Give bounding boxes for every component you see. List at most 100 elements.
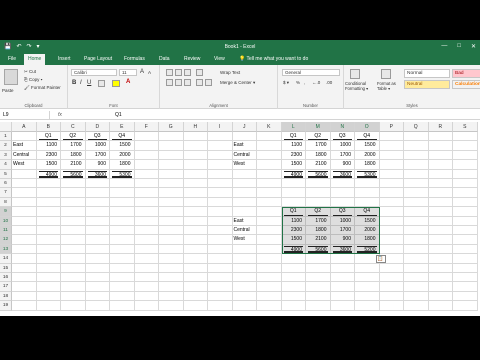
underline-button[interactable]: U — [87, 80, 91, 86]
row-header-19[interactable]: 19 — [0, 301, 12, 311]
row-header-9[interactable]: 9 — [0, 207, 12, 217]
table3-header-q2[interactable]: Q2 — [308, 208, 328, 216]
style-neutral[interactable]: Neutral — [404, 80, 450, 89]
table1-cell[interactable]: 1800 — [112, 161, 132, 168]
row-header-10[interactable]: 10 — [0, 216, 12, 226]
font-size-dropdown[interactable]: 11 — [119, 69, 137, 76]
number-format-dropdown[interactable]: General — [282, 69, 340, 76]
table3-cell[interactable]: 900 — [333, 236, 353, 243]
format-painter-button[interactable]: 🖌 Format Painter — [24, 85, 61, 91]
maximize-button[interactable]: □ — [457, 43, 461, 50]
table2-header-q3[interactable]: Q3 — [332, 133, 352, 141]
conditional-formatting-icon[interactable] — [350, 69, 360, 79]
font-name-dropdown[interactable]: Calibri — [71, 69, 117, 76]
column-header-n[interactable]: N — [330, 122, 355, 132]
column-header-a[interactable]: A — [12, 122, 37, 132]
table2-label-west[interactable]: West — [234, 161, 245, 168]
align-top-icon[interactable] — [166, 69, 173, 76]
table3-cell[interactable]: 1800 — [357, 236, 377, 243]
table3-label-east[interactable]: East — [234, 218, 244, 225]
close-button[interactable]: ✕ — [471, 43, 476, 50]
column-header-e[interactable]: E — [110, 122, 135, 132]
row-header-6[interactable]: 6 — [0, 179, 12, 189]
tab-page-layout[interactable]: Page Layout — [80, 54, 116, 65]
table3-cell[interactable]: 1500 — [357, 218, 377, 225]
table1-header-q4[interactable]: Q4 — [112, 133, 132, 141]
row-header-11[interactable]: 11 — [0, 226, 12, 236]
table1-header-q1[interactable]: Q1 — [38, 133, 58, 141]
column-header-l[interactable]: L — [281, 122, 306, 132]
table3-cell[interactable]: 1700 — [333, 227, 353, 234]
paste-options-icon[interactable]: 📋 — [375, 255, 386, 264]
formula-input[interactable]: Q1 — [115, 111, 122, 119]
table2-cell[interactable]: 2100 — [308, 161, 328, 168]
table3-cell[interactable]: 1500 — [284, 236, 304, 243]
tab-view[interactable]: View — [210, 54, 229, 65]
table3-cell[interactable]: 3600 — [332, 245, 352, 254]
table2-header-q4[interactable]: Q4 — [357, 133, 377, 141]
table2-header-q2[interactable]: Q2 — [308, 133, 328, 141]
table3-cell[interactable]: 2100 — [308, 236, 328, 243]
table2-cell[interactable]: 1700 — [333, 152, 353, 159]
table2-cell[interactable]: 1500 — [284, 161, 304, 168]
italic-button[interactable]: I — [80, 80, 82, 86]
table1-cell[interactable]: 2000 — [112, 152, 132, 159]
format-as-table-button[interactable]: Format as Table ▾ — [377, 81, 401, 91]
table1-cell[interactable]: 1800 — [63, 152, 83, 159]
row-header-7[interactable]: 7 — [0, 188, 12, 198]
borders-icon[interactable] — [98, 80, 105, 87]
increase-indent-icon[interactable] — [205, 79, 212, 86]
style-bad[interactable]: Bad — [452, 69, 480, 78]
table3-cell[interactable]: 2300 — [284, 227, 304, 234]
table1-header-q3[interactable]: Q3 — [87, 133, 107, 141]
row-header-18[interactable]: 18 — [0, 291, 12, 302]
row-header-15[interactable]: 15 — [0, 263, 12, 273]
column-header-p[interactable]: P — [379, 122, 404, 132]
minimize-button[interactable]: — — [441, 43, 447, 50]
row-header-1[interactable]: 1 — [0, 132, 12, 142]
column-header-i[interactable]: I — [208, 122, 233, 132]
table2-label-central[interactable]: Central — [234, 152, 250, 159]
table2-cell[interactable]: 5600 — [308, 170, 328, 178]
align-right-icon[interactable] — [184, 79, 191, 86]
tell-me-search[interactable]: 💡 Tell me what you want to do — [235, 54, 312, 65]
table3-label-west[interactable]: West — [234, 236, 245, 243]
table2-cell[interactable]: 1800 — [308, 152, 328, 159]
column-header-j[interactable]: J — [232, 122, 257, 132]
comma-button[interactable]: , — [304, 80, 305, 86]
table2-cell[interactable]: 5300 — [357, 170, 377, 178]
table3-cell[interactable]: 1000 — [333, 218, 353, 225]
table1-cell[interactable]: 4900 — [38, 170, 58, 178]
decrease-indent-icon[interactable] — [196, 79, 203, 86]
table1-cell[interactable]: 5300 — [112, 170, 132, 178]
merge-center-button[interactable]: Merge & Center ▾ — [220, 80, 255, 86]
align-center-icon[interactable] — [175, 79, 182, 86]
row-header-12[interactable]: 12 — [0, 235, 12, 245]
table2-cell[interactable]: 1000 — [333, 142, 353, 149]
table2-cell[interactable]: 1500 — [357, 142, 377, 149]
table1-cell[interactable]: 1500 — [39, 161, 59, 168]
table3-cell[interactable]: 1700 — [308, 218, 328, 225]
column-header-g[interactable]: G — [159, 122, 184, 132]
row-header-17[interactable]: 17 — [0, 282, 12, 292]
table1-label-east[interactable]: East — [13, 142, 23, 149]
align-middle-icon[interactable] — [175, 69, 182, 76]
table3-cell[interactable]: 5200 — [357, 245, 377, 254]
worksheet-grid[interactable]: A B C D E F G H I J K L M N O P Q R S 1 2 3 4 5 6 7 8 9 10 11 12 13 14 15… — [0, 122, 480, 316]
column-header-r[interactable]: R — [428, 122, 453, 132]
table1-header-q2[interactable]: Q2 — [63, 133, 83, 141]
table2-cell[interactable]: 900 — [333, 161, 353, 168]
paste-icon[interactable] — [4, 69, 18, 85]
table3-cell[interactable]: 4900 — [283, 245, 303, 254]
align-left-icon[interactable] — [166, 79, 173, 86]
table2-cell[interactable]: 1800 — [357, 161, 377, 168]
table2-cell[interactable]: 1100 — [284, 142, 304, 149]
tab-insert[interactable]: Insert — [54, 54, 75, 65]
increase-decimal-button[interactable]: ←.0 — [312, 80, 320, 86]
tab-data[interactable]: Data — [155, 54, 174, 65]
table2-cell[interactable]: 1700 — [308, 142, 328, 149]
cut-button[interactable]: ✂ Cut — [24, 69, 36, 75]
row-header-2[interactable]: 2 — [0, 141, 12, 151]
table3-cell[interactable]: 1800 — [308, 227, 328, 234]
name-box[interactable]: L9 — [0, 111, 50, 119]
